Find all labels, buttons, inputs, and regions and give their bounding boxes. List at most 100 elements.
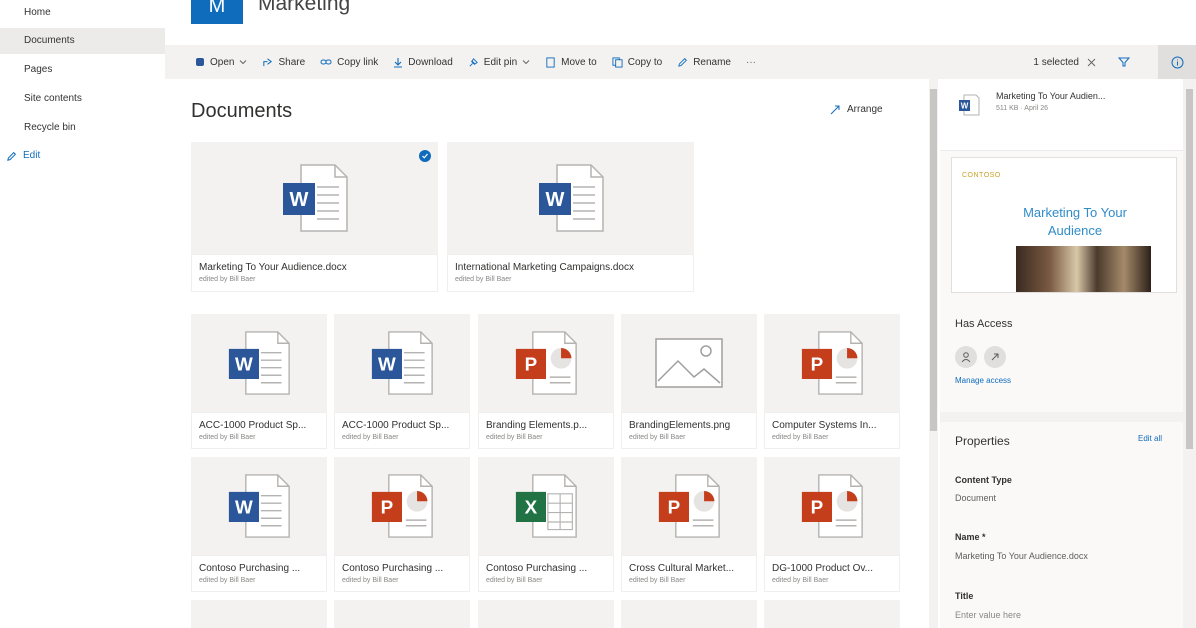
- file-name[interactable]: BrandingElements.png: [629, 420, 749, 431]
- nav-item-pages[interactable]: Pages: [0, 57, 165, 83]
- download-button[interactable]: Download: [393, 57, 453, 68]
- svg-text:P: P: [668, 497, 681, 518]
- arrange-button[interactable]: Arrange: [830, 104, 883, 115]
- close-icon[interactable]: [1087, 58, 1096, 67]
- file-name[interactable]: Contoso Purchasing ...: [199, 563, 319, 574]
- link-share-icon[interactable]: [984, 346, 1006, 368]
- document-preview[interactable]: CONTOSO Marketing To Your Audience: [951, 157, 1177, 293]
- file-tile[interactable]: X Contoso Purchasing ... edited by Bill …: [478, 457, 614, 592]
- nav-label: Recycle bin: [24, 122, 76, 133]
- download-icon: [394, 57, 403, 68]
- file-name[interactable]: Branding Elements.p...: [486, 420, 606, 431]
- share-button[interactable]: Share: [262, 57, 305, 68]
- manage-access-link[interactable]: Manage access: [955, 376, 1011, 385]
- file-editor: edited by Bill Baer: [455, 276, 512, 283]
- pane-scrollbar[interactable]: [1183, 79, 1196, 628]
- chevron-down-icon: [522, 60, 530, 65]
- file-name[interactable]: ACC-1000 Product Sp...: [199, 420, 319, 431]
- nav-edit-link[interactable]: Edit: [0, 143, 165, 169]
- rename-label: Rename: [693, 56, 731, 68]
- preview-photo: [1016, 246, 1151, 292]
- copy-link-button[interactable]: Copy link: [320, 57, 378, 68]
- file-tile[interactable]: [621, 600, 757, 628]
- move-to-button[interactable]: Move to: [545, 57, 597, 68]
- file-name[interactable]: Contoso Purchasing ...: [342, 563, 462, 574]
- nav-item-home[interactable]: Home: [0, 0, 165, 26]
- arrange-label: Arrange: [847, 104, 883, 115]
- nav-item-recycle-bin[interactable]: Recycle bin: [0, 115, 165, 141]
- word-file-icon: W: [371, 331, 433, 395]
- main-scrollbar[interactable]: [929, 79, 938, 628]
- file-tile[interactable]: P Cross Cultural Market... edited by Bil…: [621, 457, 757, 592]
- pinned-file-tile[interactable]: W Marketing To Your Audience.docx edited…: [191, 142, 438, 292]
- file-editor: edited by Bill Baer: [342, 577, 399, 584]
- file-name[interactable]: ACC-1000 Product Sp...: [342, 420, 462, 431]
- move-icon: [546, 56, 555, 68]
- file-tile[interactable]: W Contoso Purchasing ... edited by Bill …: [191, 457, 327, 592]
- file-name[interactable]: Computer Systems In...: [772, 420, 892, 431]
- file-name[interactable]: International Marketing Campaigns.docx: [455, 262, 686, 273]
- rename-icon: [678, 57, 688, 67]
- file-name[interactable]: Contoso Purchasing ...: [486, 563, 606, 574]
- word-file-icon: W: [538, 164, 604, 232]
- preview-title: Marketing To Your Audience: [1023, 205, 1127, 238]
- file-tile[interactable]: P DG-1000 Product Ov... edited by Bill B…: [764, 457, 900, 592]
- file-tile[interactable]: [334, 600, 470, 628]
- word-file-icon: W: [228, 331, 290, 395]
- file-name[interactable]: DG-1000 Product Ov...: [772, 563, 892, 574]
- file-tile[interactable]: [191, 600, 327, 628]
- file-tile[interactable]: P Contoso Purchasing ... edited by Bill …: [334, 457, 470, 592]
- file-name[interactable]: Marketing To Your Audience.docx: [199, 262, 430, 273]
- content-type-value[interactable]: Document: [955, 493, 996, 503]
- file-tile[interactable]: W ACC-1000 Product Sp... edited by Bill …: [334, 314, 470, 449]
- link-icon: [320, 59, 332, 65]
- tile-meta: Cross Cultural Market... edited by Bill …: [621, 555, 757, 592]
- pinned-file-tile[interactable]: W International Marketing Campaigns.docx…: [447, 142, 694, 292]
- rename-button[interactable]: Rename: [677, 57, 731, 68]
- copy-to-label: Copy to: [627, 56, 663, 68]
- details-file-info: 511 KB · April 26: [996, 105, 1049, 112]
- file-thumbnail: W: [447, 142, 694, 254]
- powerpoint-file-icon: P: [658, 474, 720, 538]
- excel-file-icon: X: [515, 474, 577, 538]
- edit-all-link[interactable]: Edit all: [1138, 434, 1162, 443]
- title-field[interactable]: Enter value here: [955, 610, 1021, 620]
- copy-link-label: Copy link: [337, 56, 379, 68]
- scrollbar-thumb[interactable]: [930, 89, 937, 431]
- file-tile[interactable]: [764, 600, 900, 628]
- nav-label: Home: [24, 7, 51, 18]
- file-tile[interactable]: BrandingElements.png edited by Bill Baer: [621, 314, 757, 449]
- site-title[interactable]: Marketing: [258, 0, 350, 16]
- selected-count: 1 selected: [1033, 56, 1079, 68]
- details-pane-button[interactable]: [1158, 45, 1196, 79]
- open-button[interactable]: Open: [195, 57, 247, 68]
- info-icon: [1171, 56, 1183, 68]
- file-name[interactable]: Cross Cultural Market...: [629, 563, 749, 574]
- pin-icon: [469, 57, 478, 66]
- nav-item-documents[interactable]: Documents: [0, 28, 165, 54]
- site-logo[interactable]: M: [191, 0, 243, 24]
- nav-item-site-contents[interactable]: Site contents: [0, 86, 165, 112]
- svg-text:W: W: [545, 189, 564, 211]
- name-field[interactable]: Marketing To Your Audience.docx: [955, 551, 1088, 561]
- content-type-label: Content Type: [955, 475, 1012, 485]
- file-tile[interactable]: P Computer Systems In... edited by Bill …: [764, 314, 900, 449]
- svg-text:X: X: [525, 497, 538, 518]
- svg-text:W: W: [378, 354, 396, 375]
- edit-pin-button[interactable]: Edit pin: [468, 57, 530, 68]
- more-commands-button[interactable]: ···: [746, 57, 756, 68]
- file-editor: edited by Bill Baer: [342, 434, 399, 441]
- title-label: Title: [955, 591, 974, 601]
- file-tile[interactable]: P Branding Elements.p... edited by Bill …: [478, 314, 614, 449]
- scrollbar-thumb[interactable]: [1186, 89, 1193, 449]
- powerpoint-file-icon: P: [801, 331, 863, 395]
- file-tile[interactable]: W ACC-1000 Product Sp... edited by Bill …: [191, 314, 327, 449]
- people-icon[interactable]: [955, 346, 977, 368]
- file-editor: edited by Bill Baer: [772, 434, 829, 441]
- copy-to-button[interactable]: Copy to: [612, 57, 662, 68]
- file-thumbnail: P: [764, 457, 900, 555]
- selected-check-icon[interactable]: [419, 150, 431, 162]
- file-tile[interactable]: [478, 600, 614, 628]
- filter-icon[interactable]: [1118, 56, 1130, 68]
- word-file-icon: W: [282, 164, 348, 232]
